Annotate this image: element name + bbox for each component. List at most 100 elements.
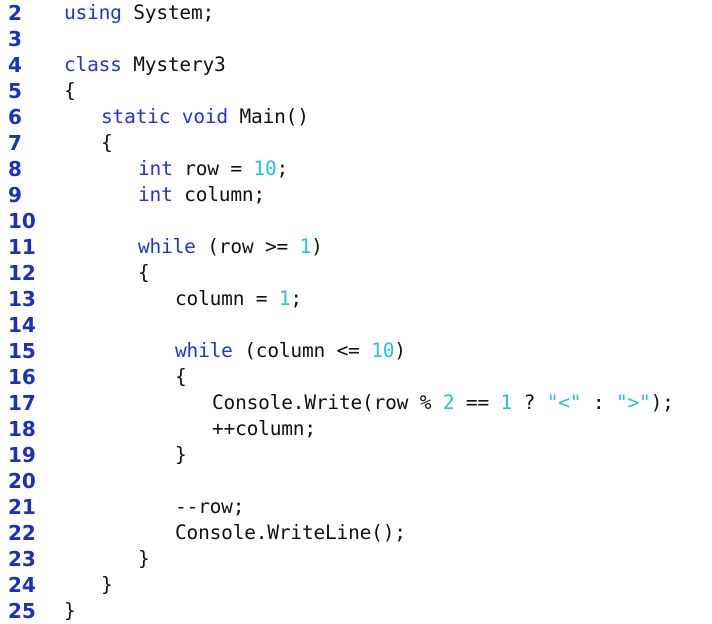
line-number: 12 [8,261,36,285]
code-line: 13 column = 1; [0,286,712,312]
number-literal: 1 [500,391,513,414]
code-text: int column; [138,182,265,208]
code-text: { [64,78,76,104]
line-number: 3 [8,27,22,51]
keyword-token: void [181,105,228,128]
code-text: } [101,572,113,598]
line-number: 18 [8,417,36,441]
code-token: Mystery3 [121,53,226,76]
keyword-token: while [138,235,196,258]
line-number: 19 [8,443,36,467]
code-text: ++column; [212,416,316,442]
code-line: 6 static void Main() [0,104,712,130]
code-text: --row; [175,494,244,520]
code-line: 4 class Mystery3 [0,52,712,78]
code-line: 2 using System; [0,0,712,26]
code-text: } [138,546,150,572]
code-token: (column <= [232,339,372,362]
code-text: { [175,364,187,390]
code-token: { [138,261,150,284]
line-number: 7 [8,131,22,155]
line-number: 14 [8,313,36,337]
code-line: 18 ++column; [0,416,712,442]
code-token: } [101,573,113,596]
number-literal: 10 [371,339,395,362]
line-number: 20 [8,469,36,493]
line-number: 22 [8,521,36,545]
line-number: 10 [8,209,36,233]
code-line: 12 { [0,260,712,286]
code-token: { [175,365,187,388]
code-line: 19} [0,442,712,468]
line-number: 9 [8,183,22,207]
line-number: 23 [8,547,36,571]
code-line: 11 while (row >= 1) [0,234,712,260]
code-token: --row; [175,495,245,518]
code-line: 14 [0,312,712,338]
code-text: { [138,260,150,286]
keyword-token: int [138,183,173,206]
line-number: 4 [8,53,22,77]
line-number: 6 [8,105,22,129]
line-number: 16 [8,365,36,389]
line-number: 21 [8,495,36,519]
code-token: Console.WriteLine(); [175,521,406,544]
keyword-token: class [64,53,122,76]
code-token: ; [276,157,289,180]
code-token: row = [172,157,254,180]
code-line: 7{ [0,130,712,156]
string-literal: ">" [615,391,651,414]
code-line: 3 [0,26,712,52]
code-token: } [64,599,76,622]
code-line: 10 [0,208,712,234]
line-number: 25 [8,599,36,623]
code-token: } [138,547,150,570]
code-text: while (column <= 10) [175,338,406,364]
code-text: } [175,442,187,468]
code-line: 16 { [0,364,712,390]
number-literal: 1 [299,235,312,258]
code-token: == [454,391,501,414]
line-number: 17 [8,391,36,415]
code-text: using System; [64,0,214,26]
code-text: class Mystery3 [64,52,226,78]
code-token: ); [650,391,674,414]
code-token: } [175,443,187,466]
line-number: 8 [8,157,22,181]
code-text: int row = 10; [138,156,288,182]
line-number: 15 [8,339,36,363]
code-token: Console.Write(row % [212,391,443,414]
number-literal: 2 [442,391,455,414]
number-literal: 10 [253,157,277,180]
keyword-token: while [175,339,233,362]
code-line: 15 while (column <= 10) [0,338,712,364]
line-number: 5 [8,79,22,103]
code-token: ) [311,235,323,258]
code-token: ) [394,339,406,362]
code-token: column; [172,183,265,206]
keyword-token: static [101,105,171,128]
code-line: 24} [0,572,712,598]
code-line: 8 int row = 10; [0,156,712,182]
number-literal: 1 [278,287,291,310]
line-number: 13 [8,287,36,311]
code-token: : [581,391,616,414]
code-token: (row >= [195,235,300,258]
code-text: column = 1; [175,286,302,312]
code-line: 17 Console.Write(row % 2 == 1 ? "<" : ">"… [0,390,712,416]
code-text: } [64,598,76,624]
code-token: { [64,79,76,102]
line-number: 11 [8,235,36,259]
code-text: Console.WriteLine(); [175,520,406,546]
code-token: column = [175,287,279,310]
line-number: 2 [8,1,22,25]
code-token: ? [512,391,547,414]
code-token: ; [290,287,302,310]
keyword-token: int [138,157,173,180]
line-number: 24 [8,573,36,597]
code-token: Main() [227,105,309,128]
code-line: 20 [0,468,712,494]
code-token: System; [121,1,215,24]
code-line: 22 Console.WriteLine(); [0,520,712,546]
